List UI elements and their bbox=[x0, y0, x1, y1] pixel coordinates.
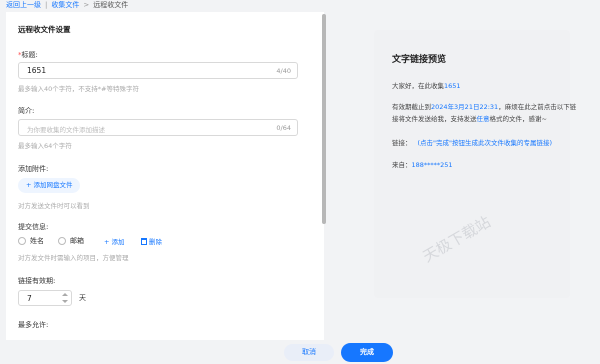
intro-input[interactable]: 为你要收集的文件添加描述 0/64 bbox=[18, 119, 298, 136]
preview-deadline: 有效期截止到2024年3月21日22:31，麻烦在此之前点击以下链 bbox=[392, 103, 577, 111]
breadcrumb-parent-link[interactable]: 收集文件 bbox=[51, 1, 79, 9]
breadcrumb-current: 远程收文件 bbox=[93, 1, 129, 9]
plus-icon: + bbox=[26, 181, 32, 189]
option-email-checkbox[interactable]: 邮箱 bbox=[58, 236, 84, 246]
validity-unit: 天 bbox=[79, 294, 86, 302]
max-allowed-label: 最多允许: bbox=[18, 321, 49, 329]
stepper-arrows[interactable] bbox=[59, 291, 71, 305]
validity-value: 7 bbox=[27, 294, 32, 303]
done-button[interactable]: 完成 bbox=[341, 343, 393, 362]
validity-stepper[interactable]: 7 bbox=[18, 290, 72, 306]
submit-info-label: 提交信息: bbox=[18, 223, 49, 231]
intro-placeholder: 为你要收集的文件添加描述 bbox=[27, 126, 105, 134]
title-counter: 4/40 bbox=[276, 67, 291, 75]
link-preview-panel: 文字链接预览 大家好，在此收集1651 有效期截止到2024年3月21日22:3… bbox=[374, 30, 576, 298]
option-name-checkbox[interactable]: 姓名 bbox=[18, 236, 44, 246]
breadcrumb: 返回上一级 | 收集文件 > 远程收文件 bbox=[6, 0, 128, 12]
preview-greeting: 大家好，在此收集1651 bbox=[392, 82, 461, 90]
add-netdisk-file-button[interactable]: + 添加网盘文件 bbox=[18, 178, 81, 193]
checkbox-circle-icon bbox=[18, 237, 26, 245]
preview-from: 来自：188*****251 bbox=[392, 161, 453, 169]
checkbox-circle-icon bbox=[58, 237, 66, 245]
submit-info-hint: 对方发文件时需输入的项目，方便管理 bbox=[18, 254, 129, 262]
title-input[interactable]: 1651 4/40 bbox=[18, 62, 298, 79]
breadcrumb-back-link[interactable]: 返回上一级 bbox=[6, 1, 41, 9]
cancel-button[interactable]: 取消 bbox=[284, 344, 334, 361]
breadcrumb-separator: > bbox=[83, 1, 90, 9]
preview-instructions: 接将文件发送给我，支持发送任意格式的文件，感谢~ bbox=[392, 115, 547, 123]
breadcrumb-separator: | bbox=[45, 1, 48, 9]
preview-link-value[interactable]: (点击"完成"按钮生成此次文件收集的专属链接) bbox=[418, 139, 553, 147]
intro-counter: 0/64 bbox=[276, 124, 291, 132]
attachment-label: 添加附件: bbox=[18, 165, 49, 173]
title-label: *标题: bbox=[18, 51, 38, 59]
validity-label: 链接有效期: bbox=[18, 277, 56, 285]
settings-panel: 远程收文件设置 *标题: 1651 4/40 最多输入40个字符，不支持*#等特… bbox=[6, 12, 324, 340]
intro-label: 简介: bbox=[18, 107, 35, 115]
add-field-link[interactable]: + 添加 bbox=[104, 236, 125, 246]
delete-field-link[interactable]: 删除 bbox=[141, 236, 162, 246]
form-scrollbar[interactable] bbox=[322, 14, 326, 224]
trash-icon bbox=[141, 237, 147, 245]
attachment-hint: 对方发送文件时可以看到 bbox=[18, 202, 90, 210]
title-hint: 最多输入40个字符，不支持*#等特殊字符 bbox=[18, 85, 139, 93]
caret-down-icon[interactable] bbox=[62, 300, 68, 303]
title-input-value: 1651 bbox=[27, 66, 47, 75]
intro-hint: 最多输入64个字符 bbox=[18, 142, 72, 150]
settings-title: 远程收文件设置 bbox=[18, 25, 71, 34]
preview-title: 文字链接预览 bbox=[392, 55, 447, 65]
preview-link: 链接： (点击"完成"按钮生成此次文件收集的专属链接) bbox=[392, 139, 553, 147]
caret-up-icon[interactable] bbox=[62, 293, 68, 296]
